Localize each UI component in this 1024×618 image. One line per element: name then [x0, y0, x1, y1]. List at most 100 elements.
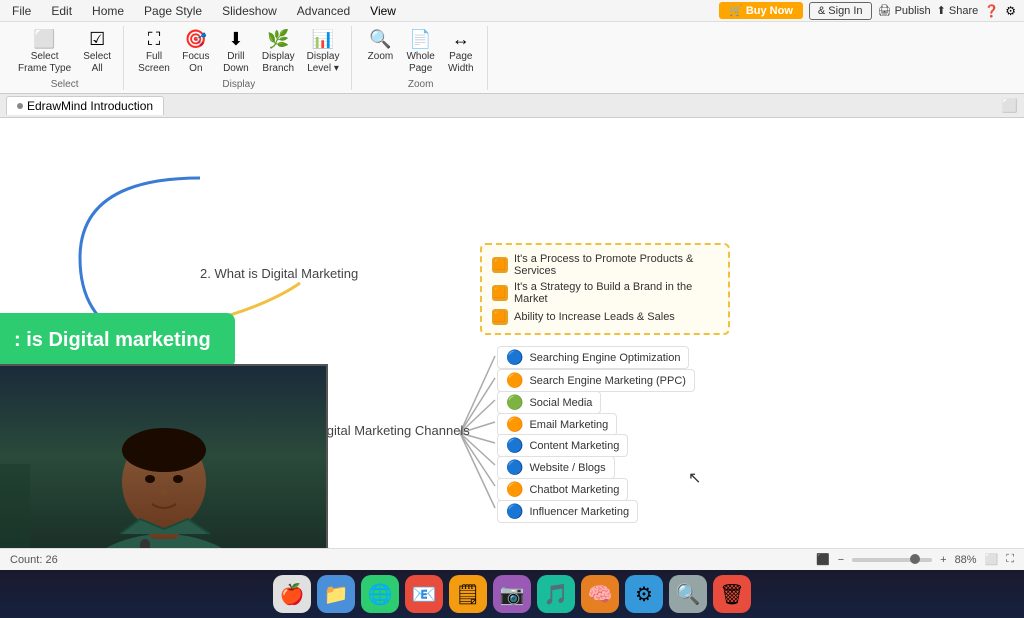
person-svg: [0, 364, 326, 548]
menu-advanced[interactable]: Advanced: [293, 2, 354, 20]
dock-chrome[interactable]: 🌐: [361, 575, 399, 613]
search-dock-icon: 🔍: [676, 582, 701, 607]
menu-pagestyle[interactable]: Page Style: [140, 2, 206, 20]
zoom-slider[interactable]: [852, 558, 932, 562]
zoom-button[interactable]: 🔍 Zoom: [362, 25, 398, 65]
fit-icon[interactable]: ⬛: [816, 553, 830, 566]
tab-dot: [17, 103, 23, 109]
dock-trash[interactable]: 🗑: [713, 575, 751, 613]
dock-edrawmind[interactable]: 🧠: [581, 575, 619, 613]
zoom-in-button[interactable]: +: [940, 554, 946, 566]
tab-label: EdrawMind Introduction: [27, 99, 153, 113]
menu-file[interactable]: File: [8, 2, 35, 20]
display-level-button[interactable]: 📊 DisplayLevel ▾: [303, 25, 344, 77]
chrome-icon: 🌐: [368, 582, 393, 607]
whole-page-icon: 📄: [409, 27, 433, 51]
taskbar: 🍎 📁 🌐 📧 🗒 📷 🎵 🧠 ⚙ 🔍 🗑: [0, 570, 1024, 618]
channel-item2-icon: 🟠: [506, 372, 523, 389]
display-branch-icon: 🌿: [266, 27, 290, 51]
menu-view[interactable]: View: [366, 2, 400, 20]
select-group-label: Select: [51, 79, 79, 90]
cursor: ↖: [688, 468, 701, 488]
topic1-item2-icon: 🟧: [492, 285, 508, 301]
maximize-icon[interactable]: ⬜: [1002, 98, 1018, 114]
topic1-item-1: 🟧 It's a Process to Promote Products & S…: [492, 251, 718, 279]
channel-item-8[interactable]: 🔵 Influencer Marketing: [497, 500, 638, 523]
channel-item-5[interactable]: 🔵 Content Marketing: [497, 434, 628, 457]
publish-button[interactable]: 🖨 Publish: [878, 4, 931, 17]
channel-item-2[interactable]: 🟠 Search Engine Marketing (PPC): [497, 369, 695, 392]
top-right-buttons: 🛒 Buy Now & Sign In 🖨 Publish ⬆ Share ❓ …: [719, 2, 1016, 20]
select-frametype-icon: ⬜: [33, 27, 57, 51]
channel-item5-icon: 🔵: [506, 437, 523, 454]
focus-on-icon: 🎯: [184, 27, 208, 51]
photos-icon: 📷: [500, 582, 525, 607]
dock-notes[interactable]: 🗒: [449, 575, 487, 613]
dock-mail[interactable]: 📧: [405, 575, 443, 613]
share-button[interactable]: ⬆ Share: [937, 4, 979, 17]
channel-item-7[interactable]: 🟠 Chatbot Marketing: [497, 478, 628, 501]
display-group-label: Display: [222, 79, 255, 90]
topic1-items-box: 🟧 It's a Process to Promote Products & S…: [480, 243, 730, 335]
channel-item-3[interactable]: 🟢 Social Media: [497, 391, 601, 414]
page-width-button[interactable]: ↔ PageWidth: [443, 25, 479, 77]
whole-page-button[interactable]: 📄 WholePage: [402, 25, 438, 77]
trash-icon: 🗑: [719, 582, 744, 607]
ribbon-toolbar: ⬜ SelectFrame Type ☑ SelectAll Select ⛶ …: [0, 22, 1024, 94]
zoom-icon: 🔍: [368, 27, 392, 51]
channel-item6-icon: 🔵: [506, 459, 523, 476]
central-node[interactable]: : is Digital marketing: [0, 313, 235, 368]
sign-in-button[interactable]: & Sign In: [809, 2, 872, 20]
channel-item8-icon: 🔵: [506, 503, 523, 520]
statusbar: Count: 26 ⬛ − + 88% ⬜ ⛶: [0, 548, 1024, 570]
channel-item-1[interactable]: 🔵 Searching Engine Optimization: [497, 346, 689, 369]
select-frametype-button[interactable]: ⬜ SelectFrame Type: [14, 25, 75, 77]
menubar: File Edit Home Page Style Slideshow Adva…: [0, 0, 1024, 22]
webcam-overlay: [0, 364, 328, 548]
menu-slideshow[interactable]: Slideshow: [218, 2, 281, 20]
dock-photos[interactable]: 📷: [493, 575, 531, 613]
channel-item4-icon: 🟠: [506, 416, 523, 433]
settings-icon[interactable]: ⚙: [1005, 4, 1016, 18]
fullscreen-button[interactable]: ⛶ FullScreen: [134, 25, 174, 77]
dock-files[interactable]: 📁: [317, 575, 355, 613]
ribbon-group-display: ⛶ FullScreen 🎯 FocusOn ⬇ DrillDown 🌿 Dis…: [126, 26, 352, 90]
fullscreen-icon: ⛶: [142, 27, 166, 51]
topic1-item-3: 🟧 Ability to Increase Leads & Sales: [492, 307, 718, 327]
menu-edit[interactable]: Edit: [47, 2, 76, 20]
help-icon[interactable]: ❓: [984, 4, 999, 18]
buy-now-button[interactable]: 🛒 Buy Now: [719, 2, 803, 19]
webcam-person: [0, 366, 326, 548]
display-level-icon: 📊: [311, 27, 335, 51]
drill-down-icon: ⬇: [224, 27, 248, 51]
notes-icon: 🗒: [455, 582, 480, 607]
focus-on-button[interactable]: 🎯 FocusOn: [178, 25, 214, 77]
select-all-button[interactable]: ☑ SelectAll: [79, 25, 115, 77]
topic1-label[interactable]: 2. What is Digital Marketing: [200, 266, 358, 281]
channel-item-6[interactable]: 🔵 Website / Blogs: [497, 456, 615, 479]
channel-item7-icon: 🟠: [506, 481, 523, 498]
settings-dock-icon: ⚙: [635, 582, 653, 607]
drill-down-button[interactable]: ⬇ DrillDown: [218, 25, 254, 77]
dock-settings[interactable]: ⚙: [625, 575, 663, 613]
menu-home[interactable]: Home: [88, 2, 128, 20]
zoom-thumb: [910, 554, 920, 564]
zoom-level: 88%: [955, 554, 977, 566]
topic1-item1-icon: 🟧: [492, 257, 508, 273]
dock-search[interactable]: 🔍: [669, 575, 707, 613]
topic1-item-2: 🟧 It's a Strategy to Build a Brand in th…: [492, 279, 718, 307]
ribbon-group-select: ⬜ SelectFrame Type ☑ SelectAll Select: [6, 26, 124, 90]
count-label: Count: 26: [10, 554, 58, 566]
tab-edrawmind[interactable]: EdrawMind Introduction: [6, 96, 164, 115]
dock-music[interactable]: 🎵: [537, 575, 575, 613]
files-icon: 📁: [324, 582, 349, 607]
dock-finder[interactable]: 🍎: [273, 575, 311, 613]
main-canvas[interactable]: : is Digital marketing 2. What is Digita…: [0, 118, 1024, 548]
display-branch-button[interactable]: 🌿 DisplayBranch: [258, 25, 299, 77]
fit-window-icon[interactable]: ⬜: [985, 553, 999, 566]
zoom-out-button[interactable]: −: [838, 554, 844, 566]
select-all-icon: ☑: [85, 27, 109, 51]
fullscreen-btn[interactable]: ⛶: [1006, 553, 1014, 566]
channel-item-4[interactable]: 🟠 Email Marketing: [497, 413, 617, 436]
page-width-icon: ↔: [449, 27, 473, 51]
